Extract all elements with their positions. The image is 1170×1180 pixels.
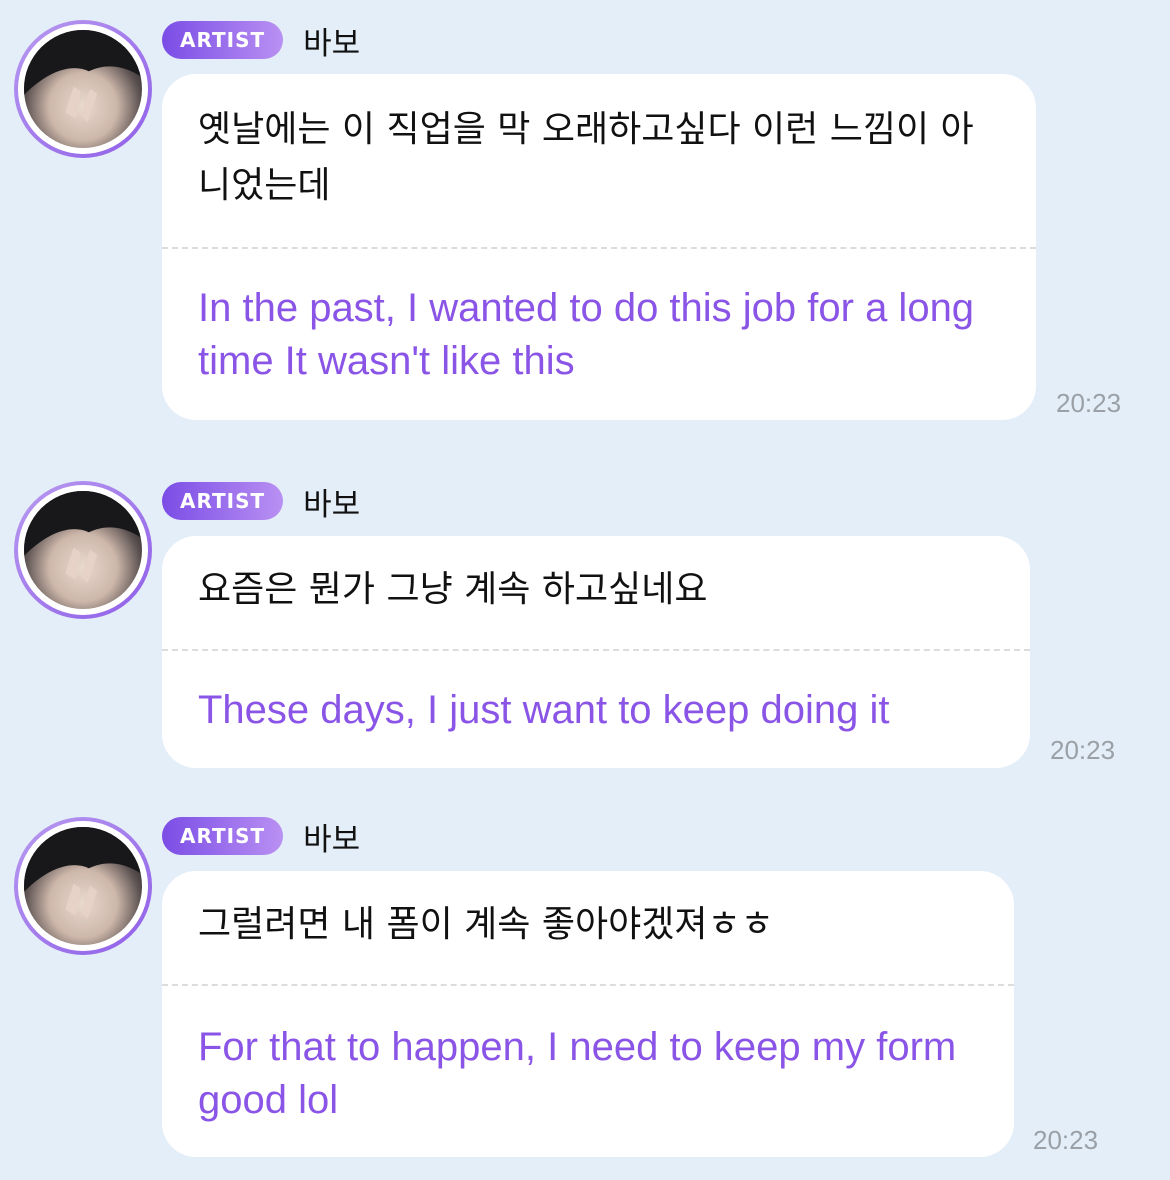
avatar-photo — [24, 827, 142, 945]
avatar-frame — [18, 24, 148, 154]
avatar-hair-shape — [24, 491, 142, 584]
timestamp: 20:23 — [1033, 1125, 1099, 1155]
bubble-divider — [162, 247, 1036, 249]
avatar-hair-shape — [24, 30, 142, 123]
timestamp: 20:23 — [1050, 735, 1116, 765]
artist-badge: ARTIST — [162, 482, 284, 520]
bubble-divider — [162, 984, 1014, 986]
timestamp: 20:23 — [1056, 388, 1122, 418]
message-bubble[interactable]: 요즘은 뭔가 그냥 계속 하고싶네요 These days, I just wa… — [162, 536, 1030, 768]
message-bubble[interactable]: 옛날에는 이 직업을 막 오래하고싶다 이런 느낌이 아니었는데 In the … — [162, 74, 1036, 420]
translated-text: In the past, I wanted to do this job for… — [198, 286, 975, 383]
avatar[interactable] — [14, 817, 152, 955]
avatar-hair-shape — [24, 827, 142, 920]
original-text: 옛날에는 이 직업을 막 오래하고싶다 이런 느낌이 아니었는데 — [198, 109, 974, 206]
original-text: 요즘은 뭔가 그냥 계속 하고싶네요 — [198, 569, 708, 610]
message-bubble[interactable]: 그럴려면 내 폼이 계속 좋아야겠져ㅎㅎ For that to happen,… — [162, 871, 1014, 1157]
translated-text: These days, I just want to keep doing it — [198, 688, 890, 732]
sender-name[interactable]: 바보 — [303, 479, 360, 524]
avatar-photo — [24, 30, 142, 148]
original-text: 그럴려면 내 폼이 계속 좋아야겠져ㅎㅎ — [198, 904, 774, 945]
sender-name[interactable]: 바보 — [303, 814, 360, 859]
artist-badge: ARTIST — [162, 21, 284, 59]
sender-row: ARTIST 바보 — [162, 18, 360, 63]
sender-row: ARTIST 바보 — [162, 479, 360, 524]
avatar[interactable] — [14, 20, 152, 158]
avatar-frame — [18, 821, 148, 951]
artist-badge: ARTIST — [162, 817, 284, 855]
sender-name[interactable]: 바보 — [303, 18, 360, 63]
avatar[interactable] — [14, 481, 152, 619]
sender-row: ARTIST 바보 — [162, 814, 360, 859]
avatar-photo — [24, 491, 142, 609]
bubble-divider — [162, 649, 1030, 651]
translated-text: For that to happen, I need to keep my fo… — [198, 1025, 957, 1122]
avatar-frame — [18, 485, 148, 615]
